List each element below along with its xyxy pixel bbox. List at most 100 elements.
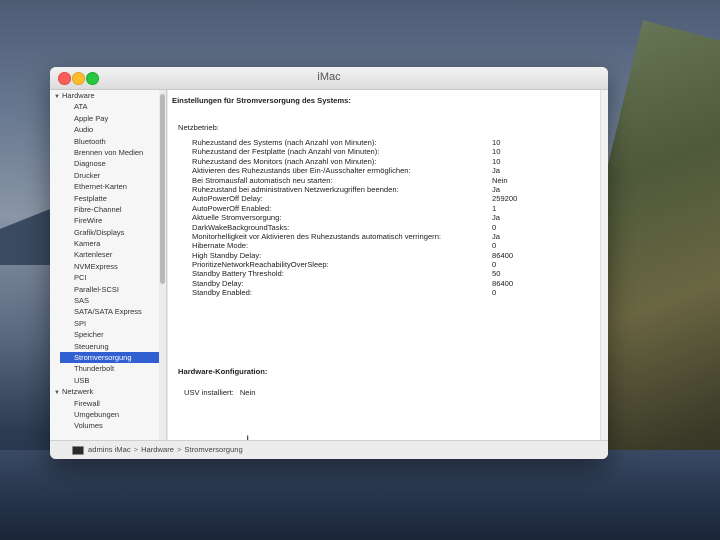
- setting-row: Ruhezustand bei administrativen Netzwerk…: [178, 185, 588, 194]
- path-item[interactable]: Stromversorgung: [184, 445, 242, 454]
- sidebar-item[interactable]: Drucker: [50, 170, 160, 181]
- setting-value: 10: [492, 156, 501, 166]
- setting-label: Bei Stromausfall automatisch neu starten…: [192, 175, 333, 185]
- setting-value: Ja: [492, 213, 501, 223]
- power-settings-list: Ruhezustand des Systems (nach Anzahl von…: [178, 138, 588, 298]
- setting-label: Aktivieren des Ruhezustands über Ein-/Au…: [192, 166, 411, 176]
- setting-value: 259200: [492, 194, 518, 204]
- setting-label: Ruhezustand der Festplatte (nach Anzahl …: [192, 147, 380, 157]
- setting-label: Monitorhelligkeit vor Aktivieren des Ruh…: [192, 231, 442, 241]
- setting-row: Standby Delay: 86400: [178, 279, 588, 288]
- setting-label: Standby Delay:: [192, 278, 244, 288]
- path-item[interactable]: admins iMac: [88, 445, 131, 454]
- sidebar-item[interactable]: NVMExpress: [50, 261, 160, 272]
- sidebar-item[interactable]: Kamera: [50, 238, 160, 249]
- setting-row: Ruhezustand des Systems (nach Anzahl von…: [178, 138, 588, 147]
- setting-label: Standby Enabled:: [192, 288, 252, 298]
- sidebar-item[interactable]: SATA/SATA Express: [50, 306, 160, 317]
- setting-label: Standby Battery Threshold:: [192, 269, 284, 279]
- disclosure-triangle-icon[interactable]: ▼: [54, 388, 62, 399]
- detail-pane: Einstellungen für Stromversorgung des Sy…: [168, 90, 608, 447]
- sidebar-item[interactable]: Ethernet-Karten: [50, 181, 160, 192]
- setting-value: 86400: [492, 250, 514, 260]
- sidebar-group[interactable]: ▼ Netzwerk: [50, 386, 160, 397]
- setting-value: 0: [492, 288, 497, 298]
- sidebar-item[interactable]: SAS: [50, 295, 160, 306]
- hardware-config-heading: Hardware-Konfiguration:: [178, 367, 268, 376]
- sidebar-item[interactable]: Umgebungen: [50, 409, 160, 420]
- path-item[interactable]: Hardware: [141, 445, 174, 454]
- setting-label: Hibernate Mode:: [192, 241, 249, 251]
- setting-value: 10: [492, 147, 501, 157]
- ups-value: Nein: [239, 388, 256, 397]
- setting-label: Ruhezustand des Systems (nach Anzahl von…: [192, 138, 377, 147]
- sidebar-item[interactable]: Stromversorgung: [60, 351, 160, 364]
- sidebar-item[interactable]: Apple Pay: [50, 113, 160, 124]
- path-separator: >: [176, 445, 182, 454]
- sidebar: ▼ Hardware ATA Apple Pay Audio Bluetooth Brenn…: [50, 90, 161, 440]
- sidebar-item[interactable]: PCI: [50, 272, 160, 283]
- setting-row: Ruhezustand des Monitors (nach Anzahl vo…: [178, 157, 588, 166]
- sidebar-item[interactable]: USB: [50, 375, 160, 386]
- sidebar-item[interactable]: FireWire: [50, 215, 160, 226]
- setting-label: Ruhezustand des Monitors (nach Anzahl vo…: [192, 156, 377, 166]
- setting-row: Bei Stromausfall automatisch neu starten…: [178, 176, 588, 185]
- sidebar-item[interactable]: Fibre-Channel: [50, 204, 160, 215]
- setting-row: Standby Battery Threshold: 50: [178, 269, 588, 278]
- ups-label: USV installiert:: [184, 388, 234, 397]
- setting-row: AutoPowerOff Delay: 259200: [178, 194, 588, 203]
- setting-value: 86400: [492, 278, 514, 288]
- path-separator: >: [133, 445, 139, 454]
- setting-value: 10: [492, 138, 501, 147]
- sidebar-item[interactable]: Firewall: [50, 398, 160, 409]
- disclosure-triangle-icon[interactable]: ▼: [54, 92, 62, 103]
- setting-value: 0: [492, 222, 497, 232]
- setting-row: Standby Enabled: 0: [178, 288, 588, 297]
- setting-row: PrioritizeNetworkReachabilityOverSleep: 0: [178, 260, 588, 269]
- sidebar-item[interactable]: Diagnose: [50, 158, 160, 169]
- sidebar-item[interactable]: ATA: [50, 101, 160, 112]
- sidebar-item[interactable]: Bluetooth: [50, 136, 160, 147]
- sidebar-item[interactable]: Steuerung: [50, 341, 160, 352]
- system-information-window: iMac ▼ Hardware ATA Apple Pay Audio Bluetooth…: [50, 67, 608, 459]
- setting-row: Aktuelle Stromversorgung: Ja: [178, 213, 588, 222]
- setting-value: 50: [492, 269, 501, 279]
- sidebar-scroll-thumb[interactable]: [160, 94, 165, 284]
- sidebar-item[interactable]: SPI: [50, 318, 160, 329]
- setting-row: Hibernate Mode: 0: [178, 241, 588, 250]
- title-bar[interactable]: iMac: [50, 67, 608, 90]
- setting-value: 0: [492, 260, 497, 270]
- detail-scrollbar[interactable]: [600, 90, 608, 440]
- sidebar-item[interactable]: Thunderbolt: [50, 363, 160, 374]
- setting-value: 0: [492, 241, 497, 251]
- sidebar-item[interactable]: Grafik/Displays: [50, 227, 160, 238]
- setting-row: Monitorhelligkeit vor Aktivieren des Ruh…: [178, 232, 588, 241]
- setting-value: 1: [492, 203, 497, 213]
- setting-value: Ja: [492, 231, 501, 241]
- setting-row: Aktivieren des Ruhezustands über Ein-/Au…: [178, 166, 588, 175]
- setting-row: High Standby Delay: 86400: [178, 251, 588, 260]
- sidebar-item[interactable]: Speicher: [50, 329, 160, 340]
- sidebar-group-label: Hardware: [62, 91, 95, 100]
- setting-label: AutoPowerOff Delay:: [192, 194, 263, 204]
- ups-row: USV installiert: Nein: [184, 388, 255, 397]
- sidebar-item[interactable]: Parallel-SCSI: [50, 284, 160, 295]
- setting-row: DarkWakeBackgroundTasks: 0: [178, 223, 588, 232]
- sidebar-group[interactable]: ▼ Hardware: [50, 90, 160, 101]
- window-title: iMac: [317, 71, 341, 83]
- setting-value: Ja: [492, 184, 501, 194]
- sidebar-item[interactable]: Kartenleser: [50, 249, 160, 260]
- sidebar-item[interactable]: Brennen von Medien: [50, 147, 160, 158]
- setting-label: Aktuelle Stromversorgung:: [192, 213, 282, 223]
- setting-row: Ruhezustand der Festplatte (nach Anzahl …: [178, 147, 588, 156]
- wallpaper-sea: [0, 450, 720, 540]
- sidebar-item[interactable]: Audio: [50, 124, 160, 135]
- imac-icon: [72, 445, 84, 455]
- sidebar-item[interactable]: Volumes: [50, 420, 160, 431]
- netzbetrieb-label: Netzbetrieb:: [178, 123, 219, 132]
- sidebar-item[interactable]: Festplatte: [50, 193, 160, 204]
- setting-label: Ruhezustand bei administrativen Netzwerk…: [192, 184, 399, 194]
- setting-value: Nein: [492, 175, 508, 185]
- section-heading: Einstellungen für Stromversorgung des Sy…: [172, 96, 351, 105]
- sidebar-scrollbar[interactable]: [159, 90, 167, 440]
